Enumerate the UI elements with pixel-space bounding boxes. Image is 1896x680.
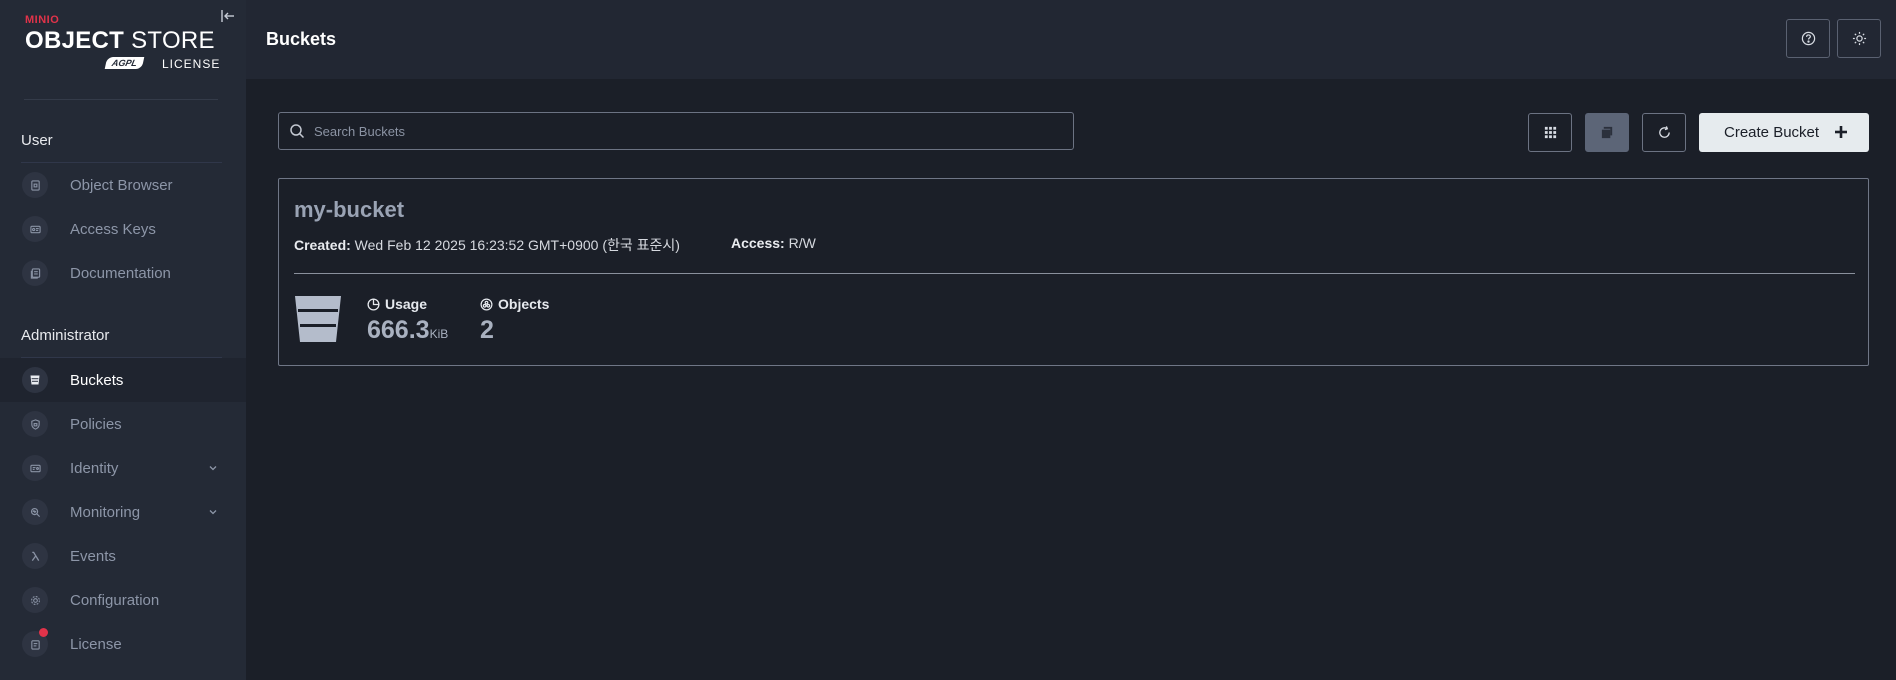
sidebar-item-documentation[interactable]: Documentation <box>0 251 246 295</box>
sidebar-item-label: Monitoring <box>70 503 141 521</box>
sidebar-item-label: Buckets <box>70 371 124 389</box>
objects-label: Objects <box>480 296 549 312</box>
object-browser-icon <box>22 172 48 198</box>
notification-dot <box>39 628 48 637</box>
search-box <box>278 112 1074 150</box>
gear-icon <box>22 587 48 613</box>
sidebar-item-configuration[interactable]: Configuration <box>0 578 246 622</box>
sidebar-item-label: Policies <box>70 415 122 433</box>
create-bucket-button[interactable]: Create Bucket <box>1699 113 1869 152</box>
logo-license: LICENSE <box>162 57 221 71</box>
objects-value: 2 <box>480 316 494 344</box>
sidebar-item-label: Identity <box>70 459 119 477</box>
pie-chart-icon <box>367 297 380 311</box>
sidebar-item-events[interactable]: Events <box>0 534 246 578</box>
logo-edition: AGPL <box>104 57 145 69</box>
license-icon <box>22 628 48 657</box>
plus-icon <box>1833 124 1849 140</box>
page-header: Buckets <box>246 0 1896 79</box>
monitoring-icon <box>22 499 48 525</box>
objects-icon <box>480 298 493 310</box>
theme-toggle-button[interactable] <box>1837 19 1881 58</box>
sidebar-item-license[interactable]: License <box>0 622 246 666</box>
sidebar-item-object-browser[interactable]: Object Browser <box>0 163 246 207</box>
help-button[interactable] <box>1786 19 1830 58</box>
sidebar-item-label: Object Browser <box>70 176 173 194</box>
sidebar-item-buckets[interactable]: Buckets <box>0 358 246 402</box>
chevron-down-icon[interactable] <box>206 505 220 519</box>
page-title: Buckets <box>266 29 337 49</box>
chevron-down-icon[interactable] <box>206 461 220 475</box>
section-label-user: User <box>21 132 53 149</box>
usage-value: 666.3KiB <box>367 316 449 344</box>
section-label-administrator: Administrator <box>21 327 110 344</box>
sidebar-item-label: Events <box>70 547 116 565</box>
logo-brand: MINIO <box>25 14 60 26</box>
search-icon <box>289 123 305 139</box>
sun-icon <box>1852 31 1866 46</box>
help-icon <box>1801 31 1815 46</box>
bucket-name[interactable]: my-bucket <box>294 197 404 223</box>
sidebar-item-label: Documentation <box>70 264 171 282</box>
list-view-button[interactable] <box>1585 113 1629 152</box>
lambda-icon <box>22 543 48 569</box>
sidebar-item-policies[interactable]: Policies <box>0 402 246 446</box>
grid-icon <box>1544 126 1556 139</box>
sidebar-divider <box>24 99 218 100</box>
create-bucket-label: Create Bucket <box>1724 124 1820 141</box>
search-input[interactable] <box>314 113 1064 149</box>
refresh-icon <box>1658 126 1670 138</box>
collapse-sidebar-icon[interactable] <box>220 8 236 24</box>
usage-label: Usage <box>367 296 427 312</box>
sidebar-item-monitoring[interactable]: Monitoring <box>0 490 246 534</box>
sidebar-item-label: License <box>70 635 122 653</box>
identity-icon <box>22 455 48 481</box>
shield-icon <box>22 411 48 437</box>
minio-logo[interactable]: MINIO OBJECT STORE AGPL LICENSE <box>25 14 225 74</box>
sidebar-item-label: Access Keys <box>70 220 156 238</box>
refresh-button[interactable] <box>1642 113 1686 152</box>
card-divider <box>294 273 1855 274</box>
grid-view-button[interactable] <box>1528 113 1572 152</box>
bucket-card[interactable]: my-bucket Created: Wed Feb 12 2025 16:23… <box>278 178 1869 366</box>
access-keys-icon <box>22 216 48 242</box>
bucket-icon <box>22 367 48 393</box>
list-view-icon <box>1601 126 1612 139</box>
sidebar: MINIO OBJECT STORE AGPL LICENSE User Obj… <box>0 0 246 680</box>
bucket-access: Access: R/W <box>731 235 816 251</box>
sidebar-item-identity[interactable]: Identity <box>0 446 246 490</box>
documentation-icon <box>22 260 48 286</box>
bucket-created: Created: Wed Feb 12 2025 16:23:52 GMT+09… <box>294 237 680 253</box>
sidebar-item-access-keys[interactable]: Access Keys <box>0 207 246 251</box>
sidebar-item-label: Configuration <box>70 591 160 609</box>
bucket-icon <box>294 295 342 343</box>
logo-product: OBJECT STORE <box>25 27 215 54</box>
